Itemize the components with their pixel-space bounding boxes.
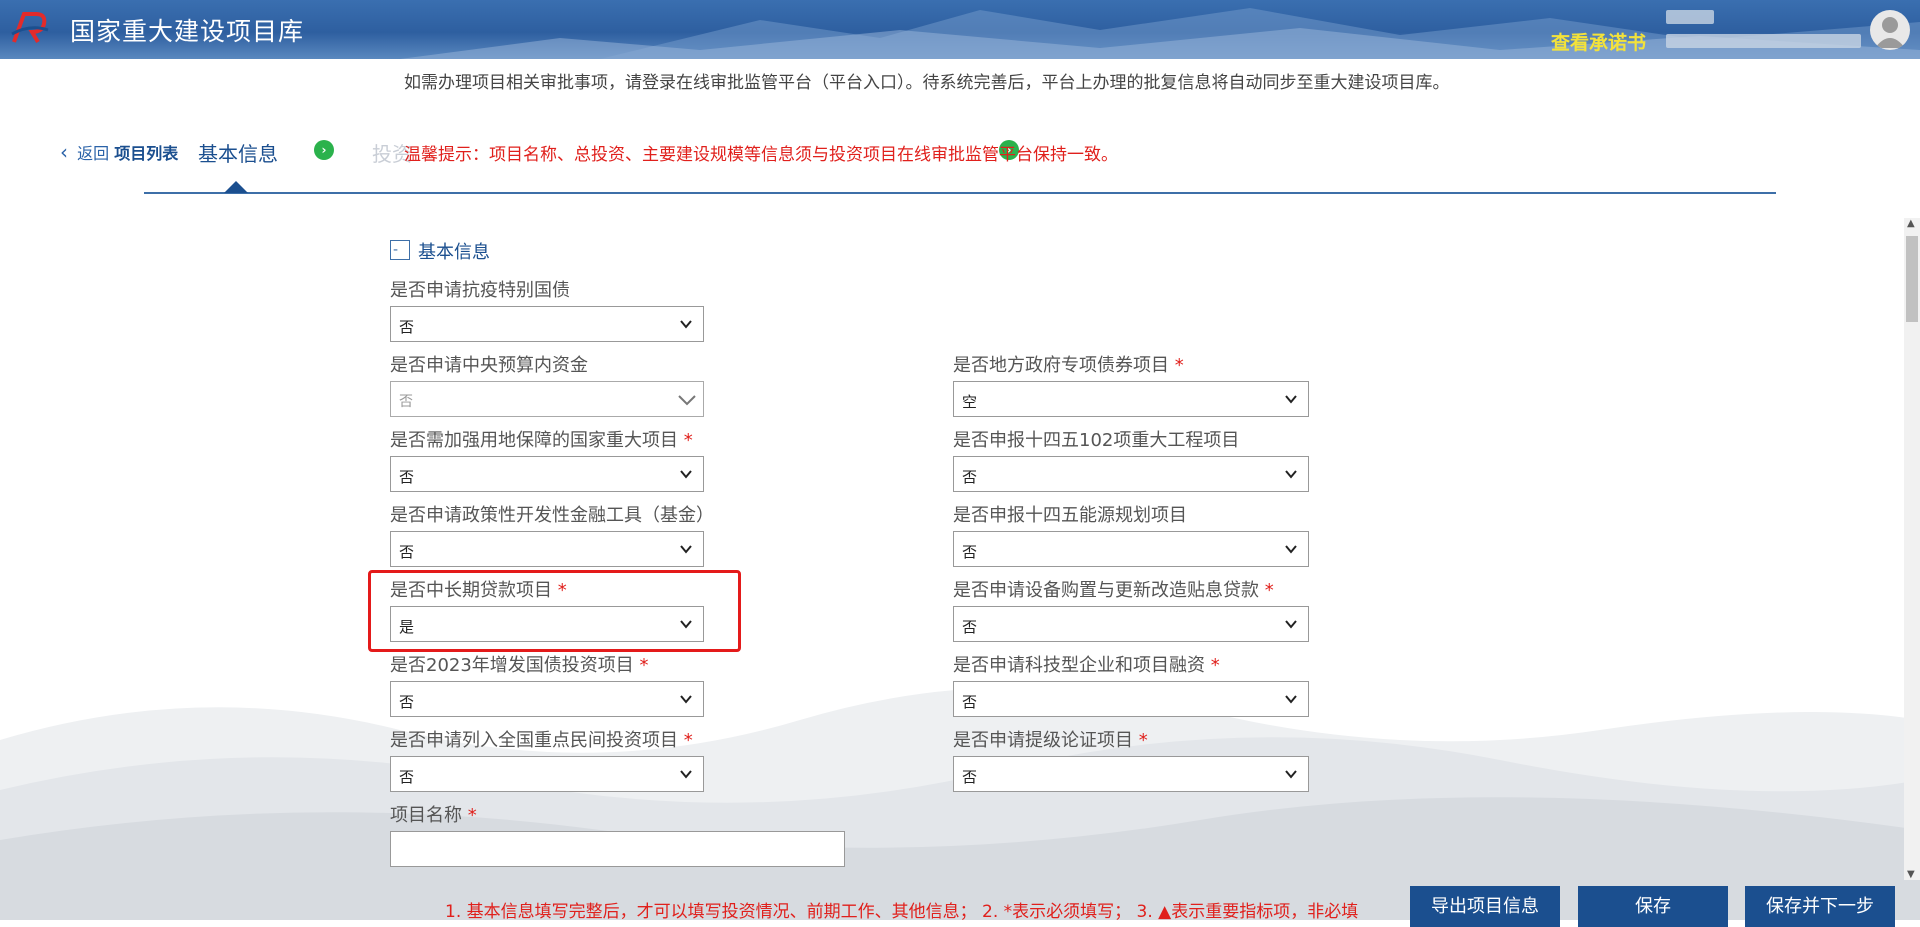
- field-label: 是否申请设备购置与更新改造贴息贷款 *: [953, 580, 1274, 601]
- highlight-box: [368, 570, 741, 652]
- field-label: 是否申请列入全国重点民间投资项目 *: [390, 730, 693, 751]
- select-value: 否: [399, 468, 415, 486]
- field-label: 是否申请中央预算内资金: [390, 355, 588, 376]
- dropdown-chevron-icon: [1285, 770, 1297, 779]
- dropdown-chevron-icon: [1285, 695, 1297, 704]
- dropdown-chevron-icon: [678, 395, 696, 406]
- section-collapse-toggle[interactable]: -: [390, 240, 410, 260]
- select-value: 否: [399, 543, 415, 561]
- select-value: 否: [962, 693, 978, 711]
- logo-icon: [11, 12, 49, 44]
- select-value: 否: [962, 543, 978, 561]
- private-investment-select[interactable]: 否: [390, 756, 704, 792]
- field-label: 项目名称 *: [390, 805, 477, 826]
- additional-bond-2023-select[interactable]: 否: [390, 681, 704, 717]
- footer-instructions: 1. 基本信息填写完整后，才可以填写投资情况、前期工作、其他信息； 2. *表示…: [445, 902, 1359, 922]
- equipment-loan-select[interactable]: 否: [953, 606, 1309, 642]
- user-name-redacted: [1666, 10, 1714, 24]
- local-special-bond-select[interactable]: 空: [953, 381, 1309, 417]
- field-label: 是否需加强用地保障的国家重大项目 *: [390, 430, 693, 451]
- tech-enterprise-finance-select[interactable]: 否: [953, 681, 1309, 717]
- select-value: 否: [962, 468, 978, 486]
- back-label: 返回: [77, 144, 110, 163]
- dropdown-chevron-icon: [1285, 620, 1297, 629]
- scroll-thumb[interactable]: [1906, 236, 1918, 322]
- select-value: 否: [962, 768, 978, 786]
- project-name-input[interactable]: [390, 831, 845, 867]
- upgrade-review-select[interactable]: 否: [953, 756, 1309, 792]
- export-project-button[interactable]: 导出项目信息: [1410, 886, 1560, 927]
- user-org-redacted: [1666, 34, 1861, 48]
- scroll-up-icon[interactable]: ▲: [1907, 218, 1915, 229]
- select-value: 空: [962, 393, 978, 411]
- dropdown-chevron-icon: [1285, 470, 1297, 479]
- field-label: 是否申请抗疫特别国债: [390, 280, 570, 301]
- field-label: 是否申报十四五能源规划项目: [953, 505, 1187, 526]
- anti-epidemic-bond-select[interactable]: 否: [390, 306, 704, 342]
- chevron-left-icon: ‹: [60, 140, 68, 164]
- dropdown-chevron-icon: [680, 320, 692, 329]
- policy-finance-tool-select[interactable]: 否: [390, 531, 704, 567]
- approval-notice: 如需办理项目相关审批事项，请登录在线审批监管平台（平台入口）。待系统完善后，平台…: [404, 73, 1450, 93]
- tab-basic-info[interactable]: 基本信息: [198, 138, 278, 167]
- top-header: 国家重大建设项目库 查看承诺书: [0, 0, 1920, 59]
- select-value: 否: [399, 394, 413, 410]
- dropdown-chevron-icon: [680, 545, 692, 554]
- energy-plan-project-select[interactable]: 否: [953, 531, 1309, 567]
- nav-divider: [144, 192, 1776, 194]
- back-to-project-list[interactable]: ‹ 返回 项目列表: [60, 140, 178, 164]
- save-button[interactable]: 保存: [1578, 886, 1728, 927]
- user-avatar-icon[interactable]: [1870, 10, 1910, 50]
- land-guarantee-select[interactable]: 否: [390, 456, 704, 492]
- dropdown-chevron-icon: [1285, 545, 1297, 554]
- scroll-down-icon[interactable]: ▼: [1907, 869, 1915, 880]
- field-label: 是否申请政策性开发性金融工具（基金）: [390, 505, 714, 526]
- field-label: 是否申请科技型企业和项目融资 *: [953, 655, 1220, 676]
- dropdown-chevron-icon: [1285, 395, 1297, 404]
- page-scrollbar[interactable]: ▲ ▼: [1904, 218, 1920, 880]
- consistency-warning: 温馨提示：项目名称、总投资、主要建设规模等信息须与投资项目在线审批监管平台保持一…: [404, 145, 1118, 165]
- view-commitment-link[interactable]: 查看承诺书: [1551, 28, 1646, 55]
- step-arrow-icon[interactable]: ›: [314, 140, 334, 160]
- select-value: 否: [962, 618, 978, 636]
- field-label: 是否地方政府专项债券项目 *: [953, 355, 1184, 376]
- section-title: 基本信息: [418, 242, 490, 263]
- select-value: 否: [399, 768, 415, 786]
- save-next-button[interactable]: 保存并下一步: [1745, 886, 1895, 927]
- app-title: 国家重大建设项目库: [70, 17, 305, 46]
- fourteenth-102-project-select[interactable]: 否: [953, 456, 1309, 492]
- active-tab-caret: [224, 181, 248, 193]
- select-value: 否: [399, 693, 415, 711]
- project-list-label: 项目列表: [114, 144, 179, 163]
- central-budget-fund-select[interactable]: 否: [390, 381, 704, 417]
- dropdown-chevron-icon: [680, 470, 692, 479]
- field-label: 是否2023年增发国债投资项目 *: [390, 655, 649, 676]
- dropdown-chevron-icon: [680, 770, 692, 779]
- select-value: 否: [399, 318, 415, 336]
- field-label: 是否申请提级论证项目 *: [953, 730, 1148, 751]
- dropdown-chevron-icon: [680, 695, 692, 704]
- field-label: 是否申报十四五102项重大工程项目: [953, 430, 1240, 451]
